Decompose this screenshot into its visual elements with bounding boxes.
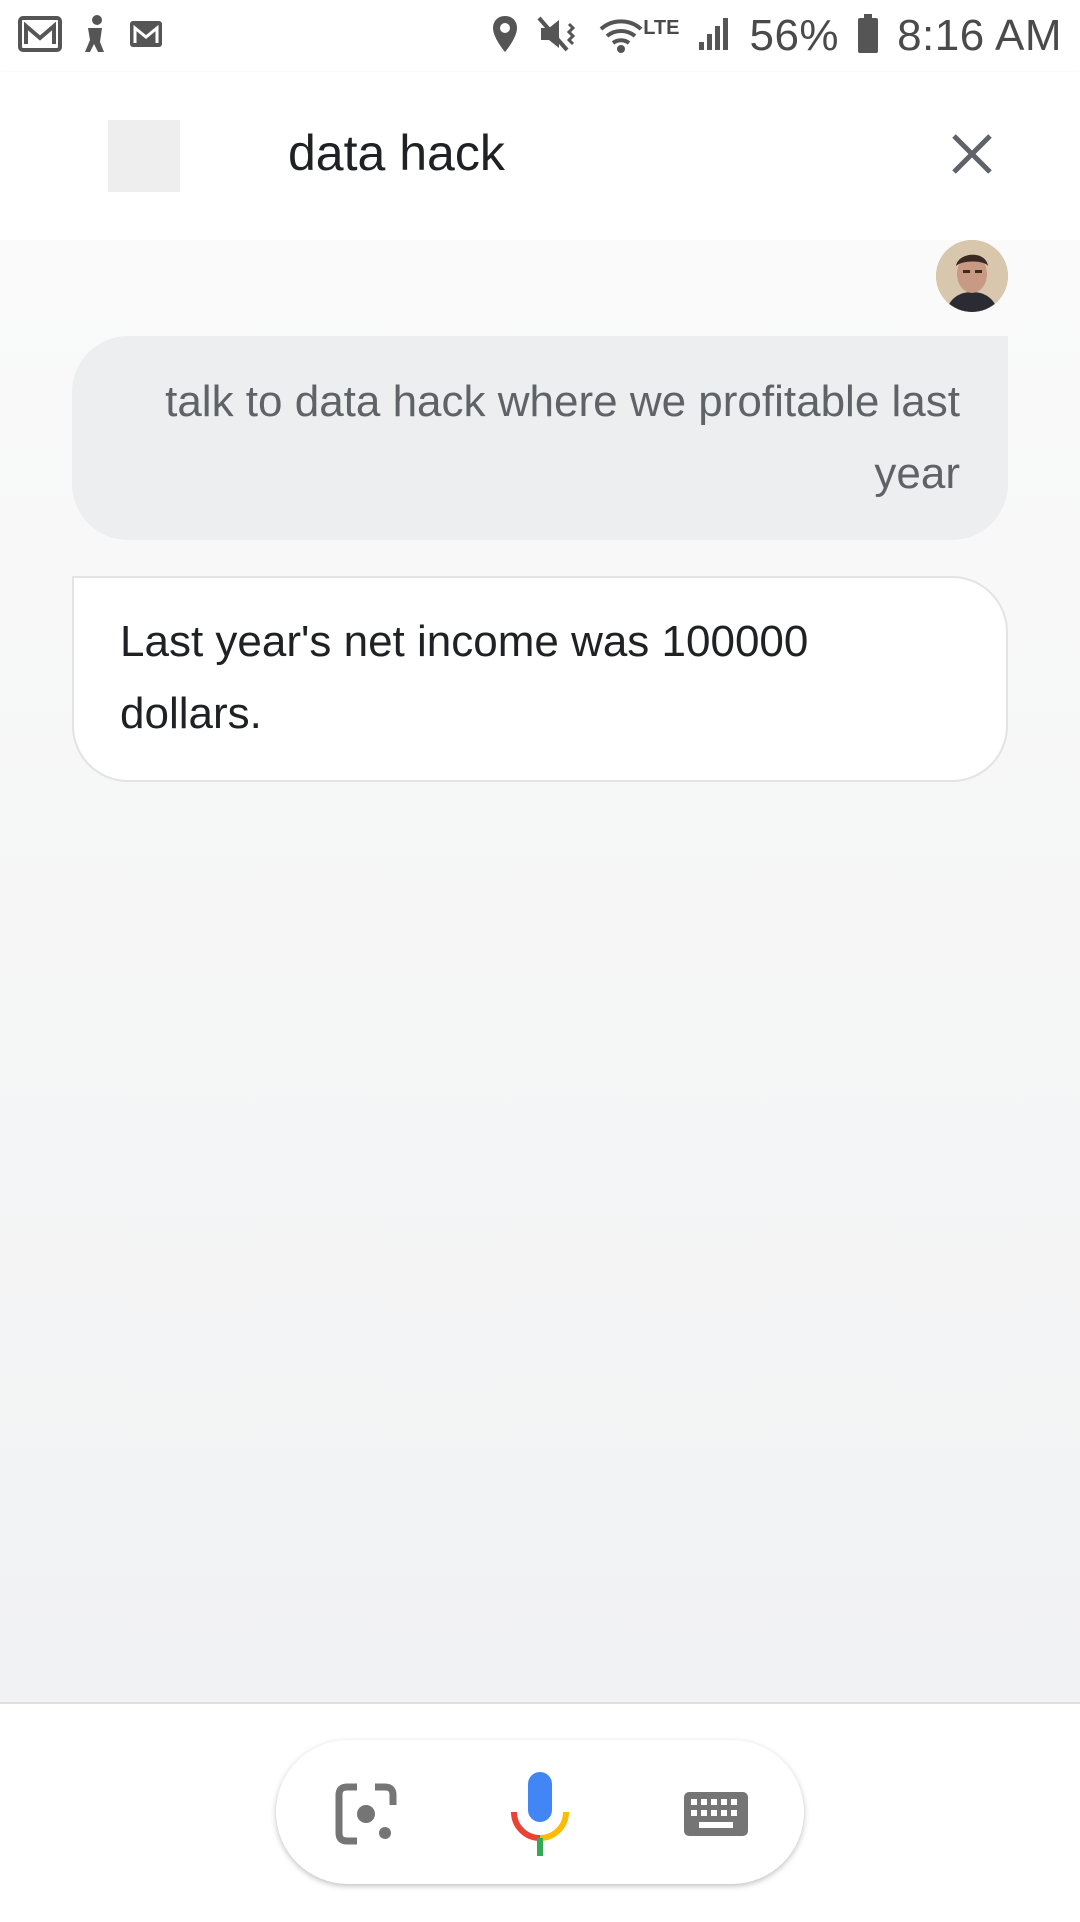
status-bar: LTE 56% 8:16 AM (0, 0, 1080, 72)
close-button[interactable] (940, 124, 1004, 188)
gmail-icon (128, 19, 164, 54)
system-icons: LTE 56% 8:16 AM (491, 11, 1062, 61)
gmail-icon (18, 15, 62, 57)
assistant-reply-bubble: Last year's net income was 100000 dollar… (72, 576, 1008, 782)
wifi-icon: LTE (599, 17, 679, 55)
mic-button[interactable] (504, 1770, 576, 1862)
signal-icon (697, 16, 731, 57)
user-avatar (936, 240, 1008, 312)
input-pill (276, 1740, 804, 1884)
app-title: data hack (288, 125, 505, 181)
battery-icon (857, 13, 879, 59)
user-message-bubble: talk to data hack where we profitable la… (72, 336, 1008, 540)
battery-percent: 56% (749, 11, 840, 60)
figure-icon (80, 14, 110, 59)
keyboard-icon (683, 1791, 749, 1842)
vibrate-mute-icon (537, 14, 581, 59)
app-bar: data hack (0, 72, 1080, 240)
input-bar (0, 1702, 1080, 1922)
mic-icon (508, 1770, 572, 1863)
app-logo-placeholder (108, 120, 180, 192)
keyboard-button[interactable] (676, 1776, 756, 1856)
network-type-label: LTE (643, 17, 680, 39)
notification-icons (18, 14, 164, 59)
lens-icon (335, 1783, 397, 1850)
lens-button[interactable] (330, 1776, 402, 1856)
clock: 8:16 AM (897, 11, 1062, 60)
conversation-area[interactable]: talk to data hack where we profitable la… (0, 240, 1080, 1702)
close-icon (950, 132, 994, 181)
location-icon (491, 14, 519, 59)
